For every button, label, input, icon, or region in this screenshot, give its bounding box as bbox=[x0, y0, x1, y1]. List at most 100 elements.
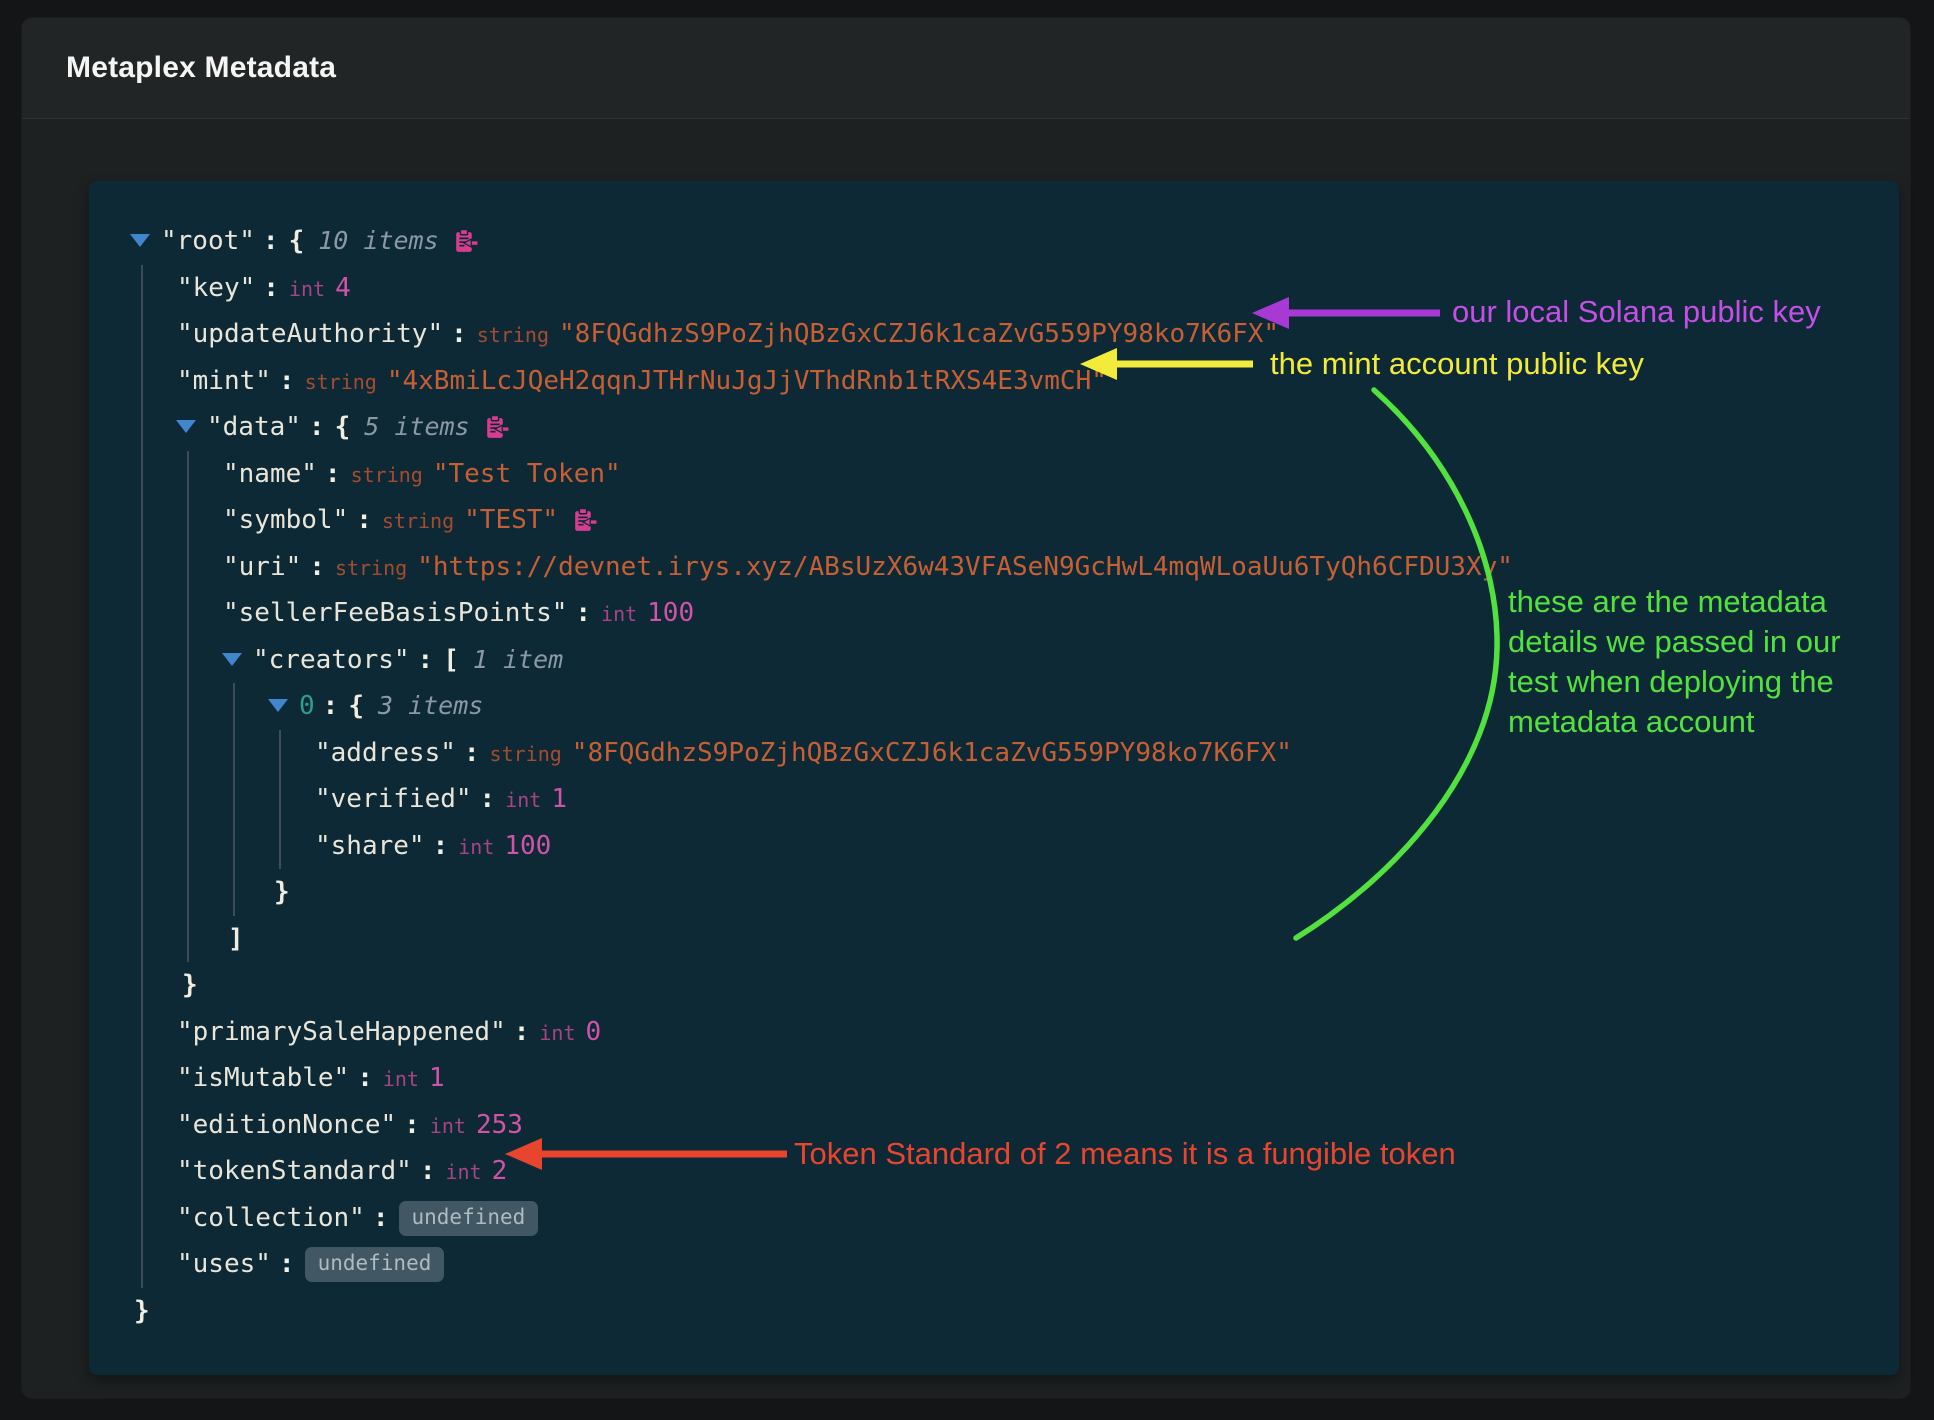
json-type-label: int bbox=[601, 602, 637, 626]
json-value-string: "https://devnet.irys.xyz/ABsUzX6w43VFASe… bbox=[417, 552, 1513, 582]
json-key: "tokenStandard" bbox=[177, 1156, 412, 1186]
json-open-bracket: { bbox=[289, 226, 305, 256]
json-colon: : bbox=[451, 319, 467, 349]
json-row: "name": string "Test Token" bbox=[89, 451, 1899, 498]
json-row: } bbox=[89, 869, 1899, 916]
json-type-label: int bbox=[383, 1067, 419, 1091]
json-open-bracket: { bbox=[335, 412, 351, 442]
json-key: "uri" bbox=[223, 552, 301, 582]
json-items-count: 3 items bbox=[378, 691, 483, 720]
json-colon: : bbox=[357, 1063, 373, 1093]
json-colon: : bbox=[433, 831, 449, 861]
json-close-bracket: } bbox=[182, 970, 198, 1000]
json-value-string: "8FQGdhzS9PoZjhQBzGxCZJ6k1caZvG559PY98ko… bbox=[572, 738, 1292, 768]
expander-triangle-icon[interactable] bbox=[130, 234, 150, 247]
json-row: "share": int 100 bbox=[89, 823, 1899, 870]
json-close-bracket: ] bbox=[228, 924, 244, 954]
json-colon: : bbox=[325, 459, 341, 489]
json-colon: : bbox=[404, 1110, 420, 1140]
json-type-label: int bbox=[505, 788, 541, 812]
json-row: "primarySaleHappened":int0 bbox=[89, 1009, 1899, 1056]
json-colon: : bbox=[480, 784, 496, 814]
json-row: ] bbox=[89, 916, 1899, 963]
json-key: "key" bbox=[177, 273, 255, 303]
copy-icon[interactable] bbox=[482, 414, 509, 441]
json-key: "mint" bbox=[177, 366, 271, 396]
card-header: Metaplex Metadata bbox=[22, 18, 1910, 119]
json-row: "isMutable": int 1 bbox=[89, 1055, 1899, 1102]
json-row: "uses": undefined bbox=[89, 1241, 1899, 1288]
json-value-string: "TEST" bbox=[464, 505, 558, 535]
json-type-label: string bbox=[335, 556, 407, 580]
annotation-mint: the mint account public key bbox=[1270, 346, 1644, 382]
json-key: "uses" bbox=[177, 1249, 271, 1279]
json-colon: : bbox=[279, 1249, 295, 1279]
json-open-bracket: [ bbox=[443, 645, 459, 675]
json-value-int: 2 bbox=[492, 1156, 508, 1186]
annotation-metadata-details: these are the metadata details we passed… bbox=[1508, 582, 1841, 742]
json-row: } bbox=[89, 1288, 1899, 1335]
json-row: } bbox=[89, 962, 1899, 1009]
json-key: "creators" bbox=[253, 645, 410, 675]
json-colon: : bbox=[373, 1203, 389, 1233]
json-colon: : bbox=[263, 273, 279, 303]
json-items-count: 1 item bbox=[473, 645, 563, 674]
annotation-update-authority: our local Solana public key bbox=[1452, 294, 1821, 330]
json-colon: : bbox=[514, 1017, 530, 1047]
json-colon: : bbox=[575, 598, 591, 628]
json-items-count: 5 items bbox=[364, 412, 469, 441]
copy-icon[interactable] bbox=[570, 507, 597, 534]
json-key: "editionNonce" bbox=[177, 1110, 396, 1140]
json-value-int: 100 bbox=[647, 598, 694, 628]
json-key: 0 bbox=[299, 691, 315, 721]
json-value-int: 1 bbox=[551, 784, 567, 814]
json-key: "name" bbox=[223, 459, 317, 489]
json-colon: : bbox=[420, 1156, 436, 1186]
json-value-int: 4 bbox=[335, 273, 351, 303]
json-type-label: string bbox=[305, 370, 377, 394]
json-key: "symbol" bbox=[223, 505, 348, 535]
json-items-count: 10 items bbox=[318, 226, 438, 255]
json-row: "root":{10 items bbox=[89, 218, 1899, 265]
json-type-label: int bbox=[458, 835, 494, 859]
json-colon: : bbox=[279, 366, 295, 396]
page-title: Metaplex Metadata bbox=[66, 51, 336, 85]
json-value-int: 100 bbox=[504, 831, 551, 861]
expander-triangle-icon[interactable] bbox=[222, 653, 242, 666]
json-type-label: int bbox=[445, 1160, 481, 1184]
json-type-label: string bbox=[477, 323, 549, 347]
json-colon: : bbox=[309, 552, 325, 582]
json-value-string: "Test Token" bbox=[433, 459, 621, 489]
json-colon: : bbox=[356, 505, 372, 535]
json-type-label: string bbox=[490, 742, 562, 766]
annotation-token-standard: Token Standard of 2 means it is a fungib… bbox=[794, 1136, 1456, 1172]
json-row: "verified":int1 bbox=[89, 776, 1899, 823]
json-colon: : bbox=[418, 645, 434, 675]
json-type-label: string bbox=[351, 463, 423, 487]
json-value-int: 0 bbox=[586, 1017, 602, 1047]
json-close-bracket: } bbox=[274, 877, 290, 907]
json-key: "address" bbox=[315, 738, 456, 768]
json-value-string: "4xBmiLcJQeH2qqnJTHrNuJgJjVThdRnb1tRXS4E… bbox=[387, 366, 1107, 396]
json-colon: : bbox=[263, 226, 279, 256]
copy-icon[interactable] bbox=[451, 228, 478, 255]
json-key: "sellerFeeBasisPoints" bbox=[223, 598, 567, 628]
json-colon: : bbox=[323, 691, 339, 721]
json-colon: : bbox=[464, 738, 480, 768]
json-row: "data":{5 items bbox=[89, 404, 1899, 451]
json-key: "collection" bbox=[177, 1203, 365, 1233]
json-type-label: string bbox=[382, 509, 454, 533]
json-value-int: 253 bbox=[476, 1110, 523, 1140]
json-close-bracket: } bbox=[134, 1296, 150, 1326]
json-key: "updateAuthority" bbox=[177, 319, 443, 349]
undefined-badge: undefined bbox=[305, 1247, 445, 1282]
json-value-int: 1 bbox=[429, 1063, 445, 1093]
undefined-badge: undefined bbox=[399, 1201, 539, 1236]
json-type-label: int bbox=[289, 277, 325, 301]
json-row: "symbol": string "TEST" bbox=[89, 497, 1899, 544]
json-key: "share" bbox=[315, 831, 425, 861]
json-open-bracket: { bbox=[348, 691, 364, 721]
expander-triangle-icon[interactable] bbox=[268, 699, 288, 712]
expander-triangle-icon[interactable] bbox=[176, 420, 196, 433]
json-key: "isMutable" bbox=[177, 1063, 349, 1093]
